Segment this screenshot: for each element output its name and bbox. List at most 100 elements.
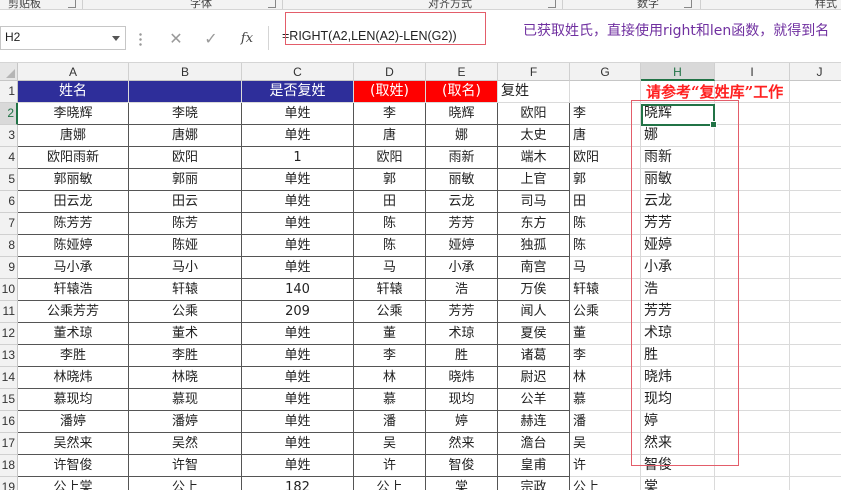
cell-d12[interactable]: 董 bbox=[354, 323, 426, 345]
cell-e19[interactable]: 棠 bbox=[426, 477, 498, 490]
cell-i5[interactable] bbox=[715, 169, 790, 191]
cell-j12[interactable] bbox=[790, 323, 841, 345]
row-header-4[interactable]: 4 bbox=[0, 147, 18, 169]
cell-j17[interactable] bbox=[790, 433, 841, 455]
cell-i9[interactable] bbox=[715, 257, 790, 279]
cell-j2[interactable] bbox=[790, 103, 841, 125]
cell-j14[interactable] bbox=[790, 367, 841, 389]
cell-b12[interactable]: 董术 bbox=[129, 323, 242, 345]
cell-g15[interactable]: 慕 bbox=[570, 389, 641, 411]
cell-a9[interactable]: 马小承 bbox=[18, 257, 129, 279]
row-header-3[interactable]: 3 bbox=[0, 125, 18, 147]
cell-b18[interactable]: 许智 bbox=[129, 455, 242, 477]
cell-j6[interactable] bbox=[790, 191, 841, 213]
cell-e4[interactable]: 雨新 bbox=[426, 147, 498, 169]
enter-icon[interactable]: ✓ bbox=[200, 30, 222, 48]
cell-d14[interactable]: 林 bbox=[354, 367, 426, 389]
cell-c5[interactable]: 单姓 bbox=[242, 169, 354, 191]
row-header-5[interactable]: 5 bbox=[0, 169, 18, 191]
cell-d11[interactable]: 公乘 bbox=[354, 301, 426, 323]
cell-a6[interactable]: 田云龙 bbox=[18, 191, 129, 213]
cell-a8[interactable]: 陈娅婷 bbox=[18, 235, 129, 257]
row-header-10[interactable]: 10 bbox=[0, 279, 18, 301]
cell-b15[interactable]: 慕现 bbox=[129, 389, 242, 411]
cell-d17[interactable]: 吴 bbox=[354, 433, 426, 455]
cell-f16[interactable]: 赫连 bbox=[498, 411, 570, 433]
row-header-11[interactable]: 11 bbox=[0, 301, 18, 323]
ribbon-group-styles[interactable]: 样式 bbox=[815, 0, 837, 9]
cell-d16[interactable]: 潘 bbox=[354, 411, 426, 433]
cell-i18[interactable] bbox=[715, 455, 790, 477]
clipboard-launcher-icon[interactable] bbox=[68, 0, 76, 8]
row-header-14[interactable]: 14 bbox=[0, 367, 18, 389]
cell-h15[interactable]: 现均 bbox=[641, 389, 715, 411]
cell-j19[interactable] bbox=[790, 477, 841, 490]
name-box[interactable]: H2 bbox=[0, 26, 126, 50]
cell-g4[interactable]: 欧阳 bbox=[570, 147, 641, 169]
cell-h14[interactable]: 晓炜 bbox=[641, 367, 715, 389]
cell-c14[interactable]: 单姓 bbox=[242, 367, 354, 389]
cell-d6[interactable]: 田 bbox=[354, 191, 426, 213]
cell-g14[interactable]: 林 bbox=[570, 367, 641, 389]
cell-e12[interactable]: 术琼 bbox=[426, 323, 498, 345]
ribbon-group-alignment[interactable]: 对齐方式 bbox=[428, 0, 472, 9]
cell-b11[interactable]: 公乘 bbox=[129, 301, 242, 323]
row-header-13[interactable]: 13 bbox=[0, 345, 18, 367]
cell-e15[interactable]: 现均 bbox=[426, 389, 498, 411]
select-all-button[interactable] bbox=[0, 63, 18, 81]
cell-b3[interactable]: 唐娜 bbox=[129, 125, 242, 147]
cell-b14[interactable]: 林晓 bbox=[129, 367, 242, 389]
cell-g6[interactable]: 田 bbox=[570, 191, 641, 213]
cell-b4[interactable]: 欧阳 bbox=[129, 147, 242, 169]
cell-j3[interactable] bbox=[790, 125, 841, 147]
cell-f7[interactable]: 东方 bbox=[498, 213, 570, 235]
cell-a2[interactable]: 李晓辉 bbox=[18, 103, 129, 125]
cell-b1[interactable] bbox=[129, 81, 242, 103]
cell-g12[interactable]: 董 bbox=[570, 323, 641, 345]
cell-f8[interactable]: 独孤 bbox=[498, 235, 570, 257]
cell-c15[interactable]: 单姓 bbox=[242, 389, 354, 411]
row-header-9[interactable]: 9 bbox=[0, 257, 18, 279]
cell-e18[interactable]: 智俊 bbox=[426, 455, 498, 477]
cell-g5[interactable]: 郭 bbox=[570, 169, 641, 191]
cell-e9[interactable]: 小承 bbox=[426, 257, 498, 279]
ribbon-group-clipboard[interactable]: 剪贴板 bbox=[8, 0, 41, 9]
column-header-f[interactable]: F bbox=[498, 63, 570, 81]
cell-j18[interactable] bbox=[790, 455, 841, 477]
cell-h17[interactable]: 然来 bbox=[641, 433, 715, 455]
cell-d8[interactable]: 陈 bbox=[354, 235, 426, 257]
column-header-d[interactable]: D bbox=[354, 63, 426, 81]
cell-c16[interactable]: 单姓 bbox=[242, 411, 354, 433]
column-header-a[interactable]: A bbox=[18, 63, 129, 81]
cell-d7[interactable]: 陈 bbox=[354, 213, 426, 235]
cell-i16[interactable] bbox=[715, 411, 790, 433]
cell-d13[interactable]: 李 bbox=[354, 345, 426, 367]
cell-g2[interactable]: 李 bbox=[570, 103, 641, 125]
cell-h10[interactable]: 浩 bbox=[641, 279, 715, 301]
row-header-7[interactable]: 7 bbox=[0, 213, 18, 235]
cell-c2[interactable]: 单姓 bbox=[242, 103, 354, 125]
cell-g11[interactable]: 公乘 bbox=[570, 301, 641, 323]
cell-e17[interactable]: 然来 bbox=[426, 433, 498, 455]
cell-j10[interactable] bbox=[790, 279, 841, 301]
cell-f17[interactable]: 澹台 bbox=[498, 433, 570, 455]
cell-a15[interactable]: 慕现均 bbox=[18, 389, 129, 411]
cell-i11[interactable] bbox=[715, 301, 790, 323]
cell-a4[interactable]: 欧阳雨新 bbox=[18, 147, 129, 169]
cell-c13[interactable]: 单姓 bbox=[242, 345, 354, 367]
cell-i10[interactable] bbox=[715, 279, 790, 301]
cell-b13[interactable]: 李胜 bbox=[129, 345, 242, 367]
cell-b8[interactable]: 陈娅 bbox=[129, 235, 242, 257]
cell-c10[interactable]: 140 bbox=[242, 279, 354, 301]
cell-b17[interactable]: 吴然 bbox=[129, 433, 242, 455]
cell-g18[interactable]: 许 bbox=[570, 455, 641, 477]
cell-e6[interactable]: 云龙 bbox=[426, 191, 498, 213]
cell-d9[interactable]: 马 bbox=[354, 257, 426, 279]
cell-h3[interactable]: 娜 bbox=[641, 125, 715, 147]
cell-b2[interactable]: 李晓 bbox=[129, 103, 242, 125]
column-header-i[interactable]: I bbox=[715, 63, 790, 81]
cell-c3[interactable]: 单姓 bbox=[242, 125, 354, 147]
cell-b19[interactable]: 公上 bbox=[129, 477, 242, 490]
cell-h13[interactable]: 胜 bbox=[641, 345, 715, 367]
row-header-8[interactable]: 8 bbox=[0, 235, 18, 257]
